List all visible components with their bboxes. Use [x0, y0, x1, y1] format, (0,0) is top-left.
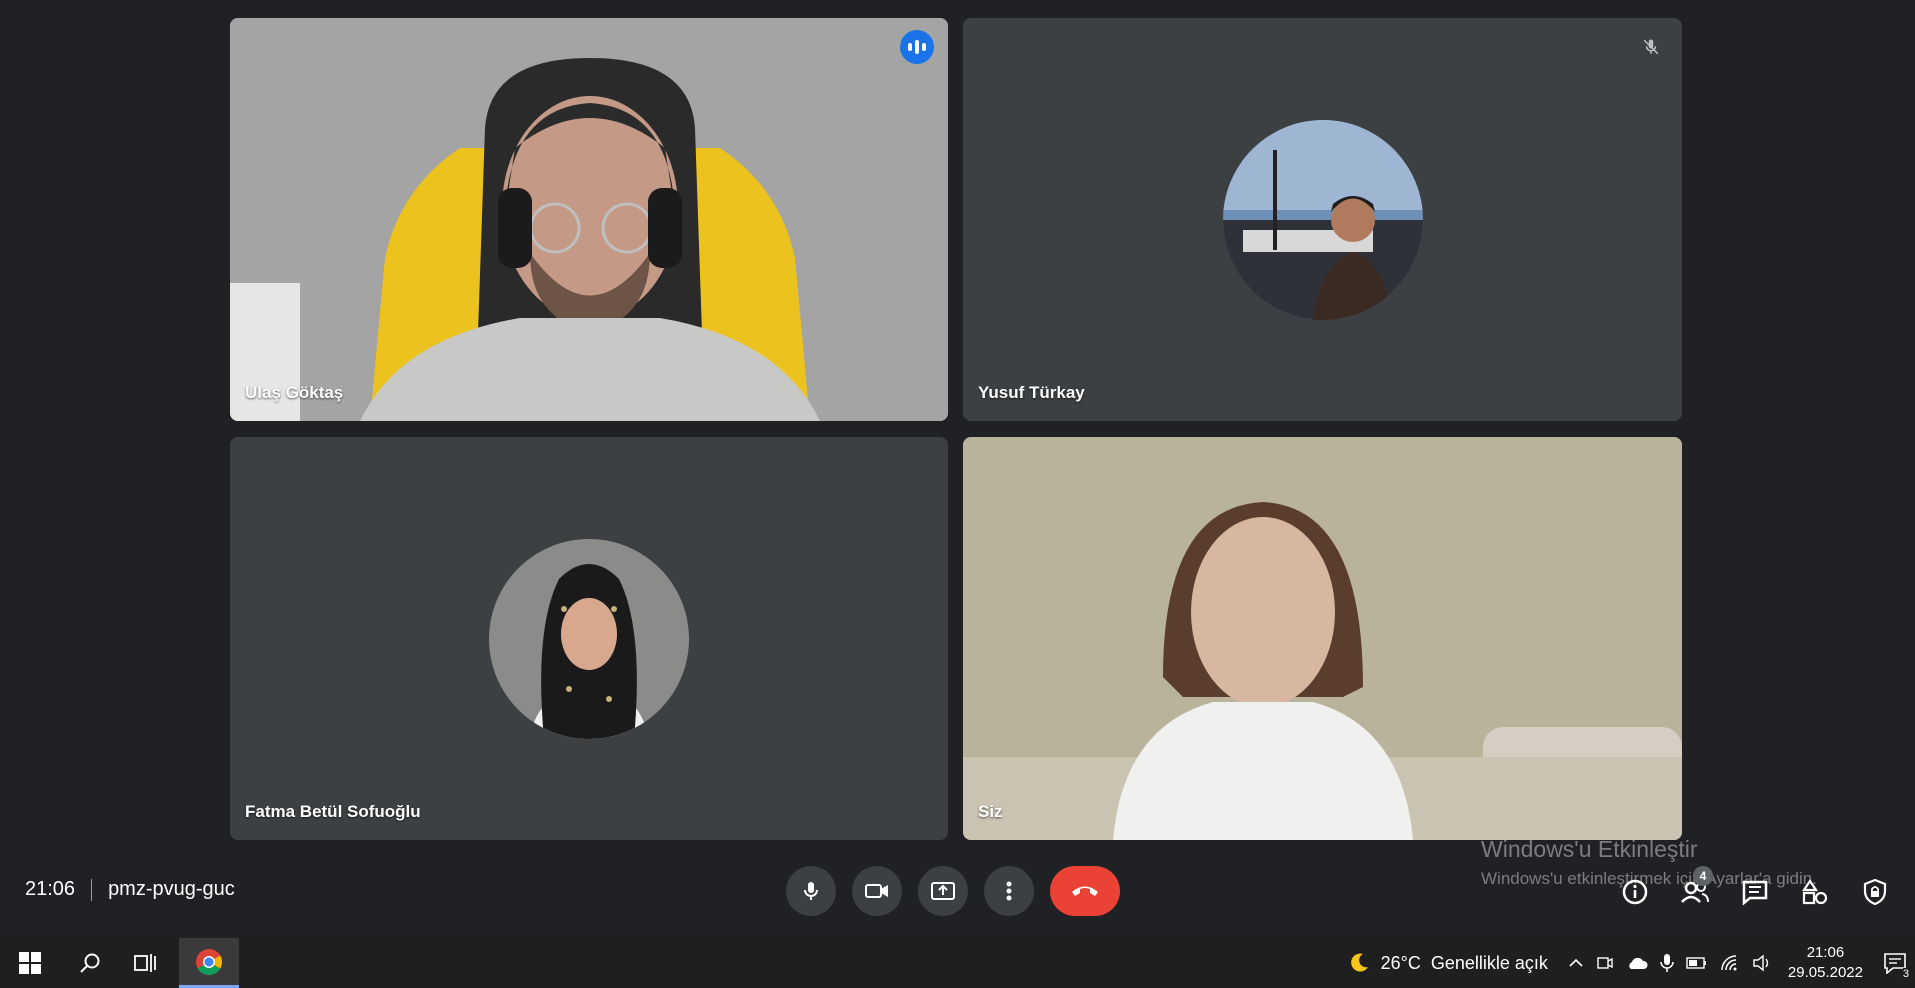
- participant-video: [230, 18, 948, 421]
- more-options-icon: [1006, 881, 1012, 901]
- clock-date: 29.05.2022: [1787, 964, 1863, 981]
- chat-button[interactable]: [1735, 872, 1775, 912]
- battery-icon[interactable]: [1686, 956, 1708, 970]
- participant-tile-fatma[interactable]: Fatma Betül Sofuoğlu: [230, 437, 948, 840]
- weather-description: Genellikle açık: [1430, 952, 1548, 973]
- participant-avatar: [489, 539, 689, 739]
- meeting-side-tools: 4: [1615, 866, 1895, 912]
- tray-icons: [1568, 953, 1772, 973]
- participant-tile-self[interactable]: Siz: [963, 437, 1682, 840]
- meeting-control-bar: 21:06 pmz-pvug-guc 4: [0, 858, 1915, 938]
- start-button[interactable]: [0, 938, 60, 988]
- participant-tile-yusuf[interactable]: Yusuf Türkay: [963, 18, 1682, 421]
- participant-tile-ulas[interactable]: Ulaş Göktaş: [230, 18, 948, 421]
- divider: [91, 878, 93, 901]
- meeting-info: 21:06 pmz-pvug-guc: [25, 878, 235, 901]
- meeting-code[interactable]: pmz-pvug-guc: [108, 878, 235, 901]
- volume-icon[interactable]: [1752, 954, 1772, 972]
- search-button[interactable]: [60, 938, 120, 988]
- chrome-taskbar-button[interactable]: [179, 938, 239, 988]
- wifi-icon[interactable]: [1720, 954, 1740, 972]
- meet-present-tray-icon[interactable]: [1596, 954, 1614, 972]
- chrome-icon: [196, 948, 223, 975]
- activities-icon: [1801, 879, 1828, 905]
- info-icon: [1622, 879, 1648, 905]
- end-call-icon: [1072, 886, 1098, 896]
- chat-icon: [1742, 880, 1768, 906]
- clock-time: 21:06: [1806, 944, 1845, 961]
- system-tray: 26°C Genellikle açık 21:06 29.05.2022 3: [1347, 938, 1915, 988]
- onedrive-cloud-icon[interactable]: [1626, 955, 1648, 971]
- windows-logo-icon: [19, 952, 41, 974]
- participant-name: Ulaş Göktaş: [245, 383, 344, 402]
- chevron-up-icon[interactable]: [1568, 955, 1584, 971]
- more-options-button[interactable]: [984, 866, 1034, 916]
- participant-name: Fatma Betül Sofuoğlu: [245, 802, 421, 821]
- microphone-button[interactable]: [786, 866, 836, 916]
- mic-icon: [804, 882, 818, 900]
- participant-name: Siz: [978, 802, 1003, 821]
- participant-name: Yusuf Türkay: [978, 383, 1085, 402]
- notification-count: 3: [1902, 968, 1909, 980]
- windows-taskbar: 26°C Genellikle açık 21:06 29.05.2022 3: [0, 938, 1915, 988]
- activities-button[interactable]: [1795, 872, 1835, 912]
- participant-video: [963, 437, 1682, 840]
- moon-icon: [1350, 953, 1368, 972]
- camera-icon: [865, 884, 888, 898]
- participant-avatar: [1223, 120, 1423, 320]
- notifications-button[interactable]: 3: [1875, 938, 1915, 988]
- task-view-icon: [134, 954, 156, 972]
- people-count-badge: 4: [1693, 866, 1713, 886]
- present-screen-button[interactable]: [918, 866, 968, 916]
- speaking-indicator-icon: [900, 30, 934, 64]
- mic-off-icon: [1634, 30, 1668, 64]
- search-icon: [80, 953, 100, 973]
- taskbar-clock[interactable]: 21:06 29.05.2022: [1788, 943, 1863, 983]
- host-controls-button[interactable]: [1855, 872, 1895, 912]
- people-button[interactable]: 4: [1675, 866, 1715, 912]
- call-controls: [786, 866, 1120, 916]
- weather-widget[interactable]: 26°C Genellikle açık: [1347, 951, 1548, 975]
- end-call-button[interactable]: [1050, 866, 1120, 916]
- camera-button[interactable]: [852, 866, 902, 916]
- meet-window: Ulaş Göktaş Yusuf Türkay Fatma Betül Sof…: [0, 0, 1915, 938]
- host-controls-icon: [1863, 878, 1887, 906]
- microphone-tray-icon[interactable]: [1660, 953, 1674, 973]
- weather-temperature: 26°C: [1380, 952, 1421, 973]
- present-screen-icon: [931, 882, 955, 900]
- meeting-details-button[interactable]: [1615, 872, 1655, 912]
- task-view-button[interactable]: [115, 938, 175, 988]
- meeting-time: 21:06: [25, 878, 76, 900]
